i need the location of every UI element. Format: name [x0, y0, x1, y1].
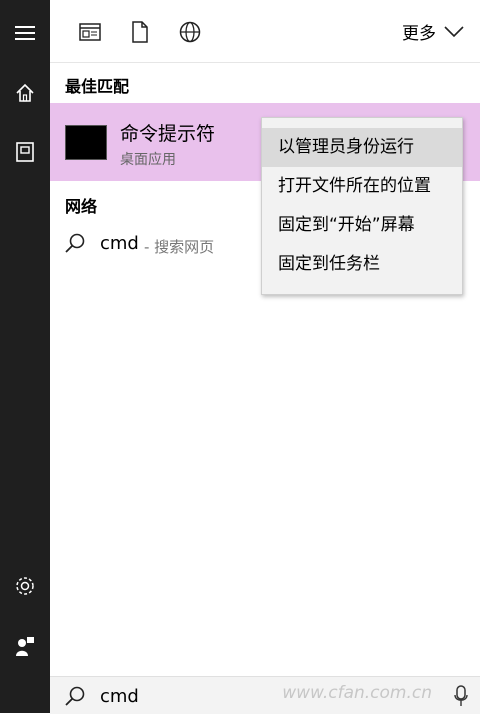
more-button[interactable]: 更多	[402, 19, 464, 44]
menu-item-open-file-location[interactable]: 打开文件所在的位置	[262, 167, 462, 206]
menu-item-pin-to-taskbar[interactable]: 固定到任务栏	[262, 245, 462, 284]
chevron-down-icon	[444, 25, 464, 37]
search-panel: 更多 最佳匹配 命令提示符 桌面应用 网络 cmd - 搜索网页 cmd www…	[50, 0, 480, 714]
search-bar[interactable]: cmd www.cfan.com.cn	[50, 676, 480, 714]
watermark: www.cfan.com.cn	[282, 683, 432, 703]
context-menu: 以管理员身份运行 打开文件所在的位置 固定到“开始”屏幕 固定到任务栏	[261, 117, 463, 295]
web-query: cmd	[100, 233, 139, 254]
notebook-icon[interactable]	[0, 130, 50, 174]
best-match-heading: 最佳匹配	[65, 77, 130, 96]
best-match-subtitle: 桌面应用	[120, 152, 176, 168]
web-hint: - 搜索网页	[144, 238, 215, 256]
best-match-title: 命令提示符	[120, 123, 216, 145]
search-input[interactable]: cmd	[100, 686, 139, 707]
more-label: 更多	[402, 24, 436, 44]
web-heading: 网络	[65, 197, 98, 216]
search-icon	[64, 232, 86, 258]
globe-icon[interactable]	[175, 17, 205, 47]
hamburger-menu-icon[interactable]	[0, 11, 50, 55]
microphone-icon[interactable]	[454, 685, 468, 711]
feedback-icon[interactable]	[0, 624, 50, 668]
home-icon[interactable]	[0, 71, 50, 115]
menu-item-run-as-admin[interactable]: 以管理员身份运行	[262, 128, 462, 167]
document-window-icon[interactable]	[75, 17, 105, 47]
left-rail	[0, 0, 50, 713]
file-icon[interactable]	[125, 17, 155, 47]
top-bar: 更多	[50, 0, 480, 63]
command-prompt-icon	[65, 125, 107, 160]
settings-icon[interactable]	[0, 564, 50, 608]
search-icon	[64, 685, 86, 711]
menu-item-pin-to-start[interactable]: 固定到“开始”屏幕	[262, 206, 462, 245]
